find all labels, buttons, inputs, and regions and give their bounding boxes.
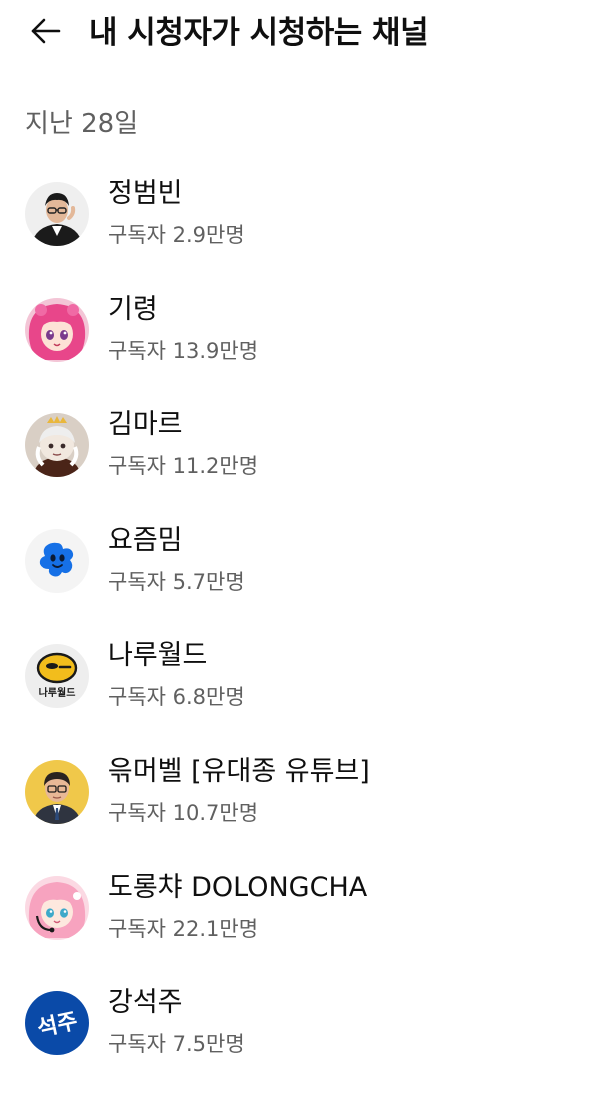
channel-item[interactable]: 나루월드 나루월드 구독자 6.8만명 [0,632,600,748]
subscriber-count: 구독자 13.9만명 [108,338,259,363]
seokju-logo-avatar[interactable]: 석주 [25,991,89,1056]
subscriber-count: 구독자 6.8만명 [108,685,245,710]
channel-name: 나루월드 [108,640,208,672]
arrow-left-icon [28,14,62,52]
subscriber-count: 구독자 7.5만명 [108,1032,245,1057]
channel-item[interactable]: 김마르 구독자 11.2만명 [0,401,600,517]
channel-list: 정범빈 구독자 2.9만명 기령 구독자 13.9만명 김마르 구독자 11.2… [0,170,600,1095]
back-button[interactable] [24,12,66,54]
subscriber-count: 구독자 11.2만명 [108,454,259,479]
channel-item[interactable]: 기령 구독자 13.9만명 [0,286,600,402]
person-photo-avatar[interactable] [25,182,89,246]
channel-item[interactable]: 정범빈 구독자 2.9만명 [0,170,600,286]
naru-world-logo-avatar[interactable]: 나루월드 [25,644,89,709]
channel-name: 기령 [108,293,158,325]
naru-logo-text: 나루월드 [39,686,76,699]
channel-name: 강석주 [108,987,183,1019]
pink-hair-anime-avatar[interactable] [25,297,89,362]
man-with-glasses-avatar[interactable] [25,759,89,824]
channel-name: 김마르 [108,409,183,441]
subscriber-count: 구독자 10.7만명 [108,800,259,825]
channel-name: 요즘밈 [108,524,183,556]
channel-item[interactable]: 윾머벨 [유대종 유튜브] 구독자 10.7만명 [0,748,600,864]
subscriber-count: 구독자 22.1만명 [108,916,259,941]
channel-name: 도롱챠 DOLONGCHA [108,871,368,903]
page-title: 내 시청자가 시청하는 채널 [89,15,429,51]
period-label: 지난 28일 [25,109,139,139]
subscriber-count: 구독자 5.7만명 [108,569,245,594]
pink-hair-headset-avatar[interactable] [25,875,89,940]
subscriber-count: 구독자 2.9만명 [108,223,245,247]
channel-name: 윾머벨 [유대종 유튜브] [108,755,370,787]
channel-name: 정범빈 [108,178,183,209]
channel-item[interactable]: 요즘밈 구독자 5.7만명 [0,517,600,633]
crowned-character-avatar[interactable] [25,413,89,478]
channel-item[interactable]: 도롱챠 DOLONGCHA 구독자 22.1만명 [0,864,600,980]
channel-item[interactable]: 석주 강석주 구독자 7.5만명 [0,979,600,1095]
blue-star-logo-avatar[interactable] [25,528,89,593]
app-header: 내 시청자가 시청하는 채널 [0,0,600,66]
